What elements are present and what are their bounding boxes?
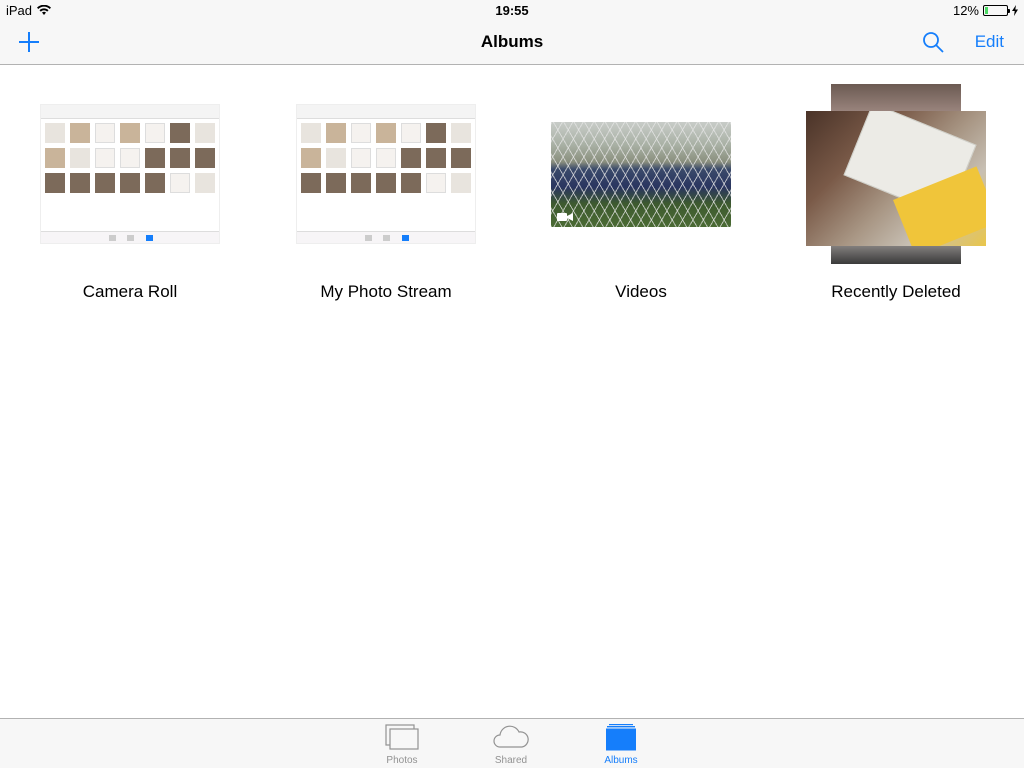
album-thumbnail [40,84,220,264]
cloud-icon [493,725,529,748]
tab-bar: Photos Shared Albums [0,718,1024,768]
stack-front-photo [806,111,986,246]
battery-level [985,7,988,14]
album-title: Camera Roll [82,282,178,301]
video-camera-icon [557,212,573,221]
search-icon[interactable] [921,30,945,54]
tab-label: Photos [386,755,418,766]
fence-pattern [551,121,731,227]
tab-label: Albums [604,755,638,766]
thumbnail-grid [45,123,215,193]
album-thumbnail [806,84,986,264]
status-right: 12% [953,3,1018,18]
album-my-photo-stream[interactable]: My Photo Stream [276,84,496,304]
edit-button[interactable]: Edit [975,32,1004,52]
charging-bolt-icon [1012,5,1018,16]
album-videos[interactable]: Videos [531,84,751,304]
thumbnail-nav [41,105,219,119]
tab-albums[interactable]: Albums [581,723,661,769]
album-title: Videos [615,282,667,301]
album-recently-deleted[interactable]: Recently Deleted [786,84,1006,304]
screenshot-thumbnail [40,104,220,244]
thumbnail-nav [297,105,475,119]
photo-stack [806,84,986,264]
screenshot-thumbnail [296,104,476,244]
album-thumbnail [296,84,476,264]
thumbnail-grid [301,123,471,193]
battery-percent: 12% [952,3,979,18]
album-thumbnail [551,84,731,264]
video-thumbnail [551,121,731,227]
album-title: Recently Deleted [831,282,961,301]
tab-label: Shared [494,755,528,766]
thumbnail-tabbar [41,231,219,243]
page-title: Albums [480,32,544,51]
tab-shared[interactable]: Shared [471,723,551,769]
album-title: My Photo Stream [320,282,452,301]
status-bar: iPad 19:55 12% [0,0,1024,20]
tab-photos[interactable]: Photos [362,723,442,769]
nav-bar: Albums Edit [0,20,1024,65]
battery-icon [983,5,1010,16]
photos-icon [385,724,419,750]
albums-icon [606,724,636,751]
album-camera-roll[interactable]: Camera Roll [20,84,240,304]
status-time: 19:55 [495,3,529,18]
thumbnail-tabbar [297,231,475,243]
